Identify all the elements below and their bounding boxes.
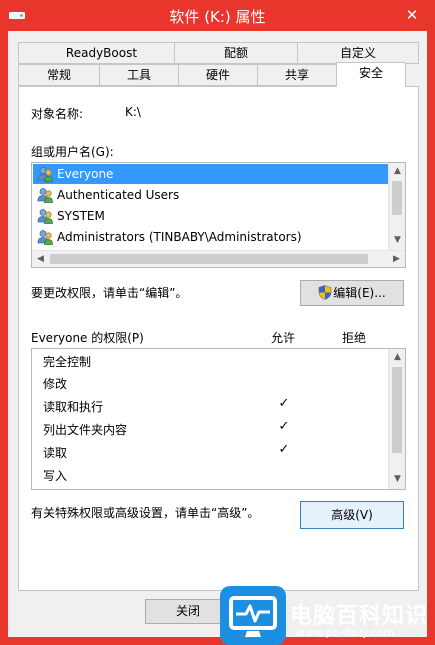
allow-check-icon: ✓ bbox=[278, 419, 290, 434]
user-group-icon bbox=[37, 209, 53, 224]
permission-name: 写入 bbox=[43, 469, 68, 483]
window-title: 软件 (K:) 属性 bbox=[169, 8, 266, 26]
permissions-vertical-scrollbar[interactable]: ▲ ▼ bbox=[388, 349, 405, 489]
user-group-icon bbox=[37, 167, 53, 182]
scroll-down-arrow-icon[interactable]: ▼ bbox=[389, 471, 406, 488]
scroll-thumb[interactable] bbox=[50, 254, 368, 264]
user-row-authenticated-users[interactable]: Authenticated Users bbox=[33, 185, 388, 205]
watermark-logo bbox=[220, 586, 286, 645]
close-window-button[interactable]: ✕ bbox=[399, 5, 425, 25]
change-permissions-hint: 要更改权限，请单击“编辑”。 bbox=[31, 286, 188, 300]
advanced-button[interactable]: 高级(V) bbox=[300, 501, 404, 529]
permission-name: 读取 bbox=[43, 446, 68, 460]
user-name: Administrators (TINBABY\Administrators) bbox=[57, 230, 302, 244]
scroll-thumb[interactable] bbox=[392, 367, 402, 453]
dialog-body: ReadyBoost 配额 自定义 常规 工具 硬件 共享 安全 对象名称: K… bbox=[8, 31, 427, 637]
scroll-left-arrow-icon[interactable]: ◀ bbox=[32, 251, 49, 268]
user-group-icon bbox=[37, 188, 53, 203]
tab-tools[interactable]: 工具 bbox=[99, 64, 179, 86]
user-row-system[interactable]: SYSTEM bbox=[33, 206, 388, 226]
user-name: SYSTEM bbox=[57, 209, 105, 223]
edit-button-label: 编辑(E)... bbox=[333, 286, 386, 300]
scroll-up-arrow-icon[interactable]: ▲ bbox=[389, 349, 406, 366]
scroll-right-arrow-icon[interactable]: ▶ bbox=[388, 251, 405, 268]
groups-label: 组或用户名(G): bbox=[31, 145, 114, 159]
users-listbox[interactable]: Everyone Authenticated Users SYSTEM Admi… bbox=[31, 162, 406, 268]
user-name: Everyone bbox=[57, 167, 114, 181]
users-horizontal-scrollbar[interactable]: ◀ ▶ bbox=[32, 250, 405, 267]
watermark-url: www.pc-daily.com bbox=[296, 626, 395, 639]
user-row-administrators[interactable]: Administrators (TINBABY\Administrators) bbox=[33, 227, 388, 247]
edit-button[interactable]: 编辑(E)... bbox=[300, 280, 404, 306]
uac-shield-icon bbox=[318, 285, 332, 300]
tab-general[interactable]: 常规 bbox=[18, 64, 100, 86]
user-name: Authenticated Users bbox=[57, 188, 180, 202]
scroll-thumb[interactable] bbox=[392, 181, 402, 215]
allow-check-icon: ✓ bbox=[278, 442, 290, 457]
user-row-everyone[interactable]: Everyone bbox=[33, 164, 388, 184]
scroll-up-arrow-icon[interactable]: ▲ bbox=[389, 163, 406, 180]
permissions-label: Everyone 的权限(P) bbox=[31, 331, 144, 345]
allow-column-header: 允许 bbox=[271, 331, 296, 345]
scroll-down-arrow-icon[interactable]: ▼ bbox=[389, 232, 406, 249]
permission-name: 列出文件夹内容 bbox=[43, 423, 128, 437]
users-vertical-scrollbar[interactable]: ▲ ▼ bbox=[388, 163, 405, 250]
security-panel: 对象名称: K:\ 组或用户名(G): Everyone Authenticat… bbox=[18, 86, 419, 591]
advanced-hint: 有关特殊权限或高级设置，请单击“高级”。 bbox=[31, 506, 260, 520]
title-bar: 软件 (K:) 属性 ✕ bbox=[0, 0, 435, 31]
close-button[interactable]: 关闭 bbox=[145, 599, 231, 624]
permission-name: 读取和执行 bbox=[43, 400, 104, 414]
deny-column-header: 拒绝 bbox=[342, 331, 367, 345]
tab-hardware[interactable]: 硬件 bbox=[178, 64, 258, 86]
monitor-pulse-icon bbox=[229, 596, 277, 637]
tab-quota[interactable]: 配额 bbox=[174, 42, 298, 64]
tab-sharing[interactable]: 共享 bbox=[257, 64, 337, 86]
permission-name: 修改 bbox=[43, 377, 68, 391]
tab-customize[interactable]: 自定义 bbox=[297, 42, 419, 64]
object-name-value: K:\ bbox=[125, 105, 141, 119]
tab-readyboost[interactable]: ReadyBoost bbox=[18, 42, 185, 64]
permissions-listbox[interactable]: 完全控制 修改 读取和执行 ✓ 列出文件夹内容 ✓ 读取 ✓ 写入 ▲ ▼ bbox=[31, 348, 406, 490]
user-group-icon bbox=[37, 230, 53, 245]
permission-name: 完全控制 bbox=[43, 355, 92, 369]
allow-check-icon: ✓ bbox=[278, 396, 290, 411]
object-name-label: 对象名称: bbox=[31, 107, 84, 121]
tab-security[interactable]: 安全 bbox=[336, 62, 406, 87]
